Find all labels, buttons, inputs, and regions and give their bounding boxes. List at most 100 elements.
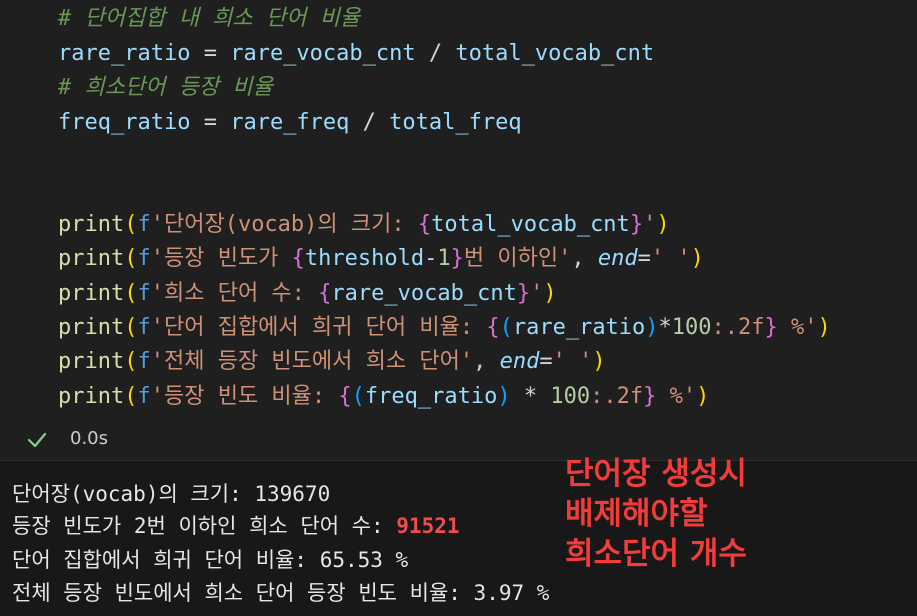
code-token: , [571,246,598,271]
code-token: ) [592,349,606,374]
code-token: '희소 단어 수: [150,281,319,306]
output-line: 등장 빈도가 2번 이하인 희소 단어 수: 91521 [12,512,460,540]
code-token: , [473,349,500,374]
code-token: freq_ratio [58,110,191,135]
code-token: threshold [304,246,425,271]
code-print-line: print(f'전체 등장 빈도에서 희소 단어', end=' ') [58,348,606,376]
code-token: ) [656,212,670,237]
code-token: ( [499,315,513,340]
code-token: = [190,110,231,135]
code-token: %' [777,315,818,340]
code-token: { [338,384,352,409]
code-token: f [137,349,151,374]
code-token: / [349,110,390,135]
code-token: print [58,212,125,237]
code-token: ( [124,246,138,271]
code-token: print [58,349,125,374]
code-token: rare_vocab_cnt [331,281,517,306]
execution-time: 0.0s [70,428,109,449]
output-line: 단어 집합에서 희귀 단어 비율: 65.53 % [12,548,409,572]
notebook-cell: # 단어집합 내 희소 단어 비율 rare_ratio = rare_voca… [0,0,917,616]
code-token: ) [817,315,831,340]
code-token: freq_ratio [364,384,498,409]
code-line-freq-ratio: freq_ratio = rare_freq / total_freq [58,109,522,137]
highlighted-count: 91521 [396,514,460,538]
code-token: end [597,246,638,271]
cell-output: 단어장(vocab)의 크기: 139670 등장 빈도가 2번 이하인 희소 … [0,461,917,616]
code-token: ( [351,384,365,409]
code-token: = [539,349,553,374]
code-token: f [137,281,151,306]
code-comment: # 단어집합 내 희소 단어 비율 [58,6,361,31]
code-token: } [764,315,778,340]
cell-execution-status: 0.0s [0,420,917,461]
code-print-line: print(f'희소 단어 수: {rare_vocab_cnt}') [58,280,557,308]
code-token: '단어 집합에서 희귀 단어 비율: [150,315,487,340]
code-token: } [450,246,464,271]
code-token: rare_ratio [58,41,191,66]
code-token: ) [690,246,704,271]
code-print-line: print(f'등장 빈도가 {threshold-1}번 이하인', end=… [58,245,704,273]
code-token: print [58,315,125,340]
code-token: { [291,246,305,271]
code-token: ' [530,281,544,306]
code-print-line: print(f'단어 집합에서 희귀 단어 비율: {(rare_ratio)*… [58,314,831,342]
code-token: f [137,315,151,340]
code-token: total_vocab_cnt [455,41,655,66]
code-token: total_freq [389,110,522,135]
code-token: 번 이하인' [463,246,572,271]
code-token: f [137,212,151,237]
code-token: 1 [437,246,451,271]
code-token: { [417,212,432,237]
code-token: } [516,281,531,306]
code-token: f [137,384,151,409]
code-token: '등장 빈도 비율: [150,384,339,409]
code-token: * [658,315,672,340]
output-line: 전체 등장 빈도에서 희소 단어 등장 빈도 비율: 3.97 % [12,581,550,605]
check-icon [27,432,47,448]
code-token: / [415,41,456,66]
code-token: = [190,41,231,66]
code-token: } [643,384,657,409]
code-token: '등장 빈도가 [150,246,292,271]
code-token: ( [124,384,138,409]
code-token: '전체 등장 빈도에서 희소 단어' [150,349,474,374]
code-token: } [629,212,644,237]
code-token: = [637,246,651,271]
code-token: { [318,281,332,306]
code-token: ' [643,212,657,237]
output-text: 등장 빈도가 2번 이하인 희소 단어 수: [12,514,397,538]
code-token: ( [124,315,138,340]
code-token: * [510,384,551,409]
code-print-line: print(f'단어장(vocab)의 크기: {total_vocab_cnt… [58,211,670,239]
code-token: - [424,246,438,271]
code-token: f [137,246,151,271]
code-token: end [499,349,540,374]
code-token: rare_ratio [512,315,646,340]
code-token: %' [656,384,697,409]
code-token: ) [497,384,511,409]
code-token: print [58,246,125,271]
code-token: rare_vocab_cnt [230,41,416,66]
code-line-rare-ratio: rare_ratio = rare_vocab_cnt / total_voca… [58,40,654,68]
code-token: print [58,384,125,409]
code-token: :.2f [711,315,765,340]
code-token: { [486,315,500,340]
output-line: 단어장(vocab)의 크기: 139670 [12,482,331,506]
code-token: ( [124,212,138,237]
code-token: ) [645,315,659,340]
code-token: 100 [671,315,712,340]
code-token: 100 [550,384,591,409]
code-token: ( [124,281,138,306]
code-token: total_vocab_cnt [431,212,630,237]
code-editor[interactable]: # 단어집합 내 희소 단어 비율 rare_ratio = rare_voca… [0,0,917,420]
code-comment: # 희소단어 등장 비율 [58,75,273,100]
code-token: ( [124,349,138,374]
annotation-note: 단어장 생성시 배제해야할 희소단어 개수 [565,456,747,572]
code-print-line: print(f'등장 빈도 비율: {(freq_ratio) * 100:.2… [58,383,709,411]
code-token: ) [696,384,710,409]
code-token: :.2f [590,384,644,409]
code-token: ' ' [552,349,593,374]
code-token: ) [543,281,557,306]
code-token: print [58,281,125,306]
